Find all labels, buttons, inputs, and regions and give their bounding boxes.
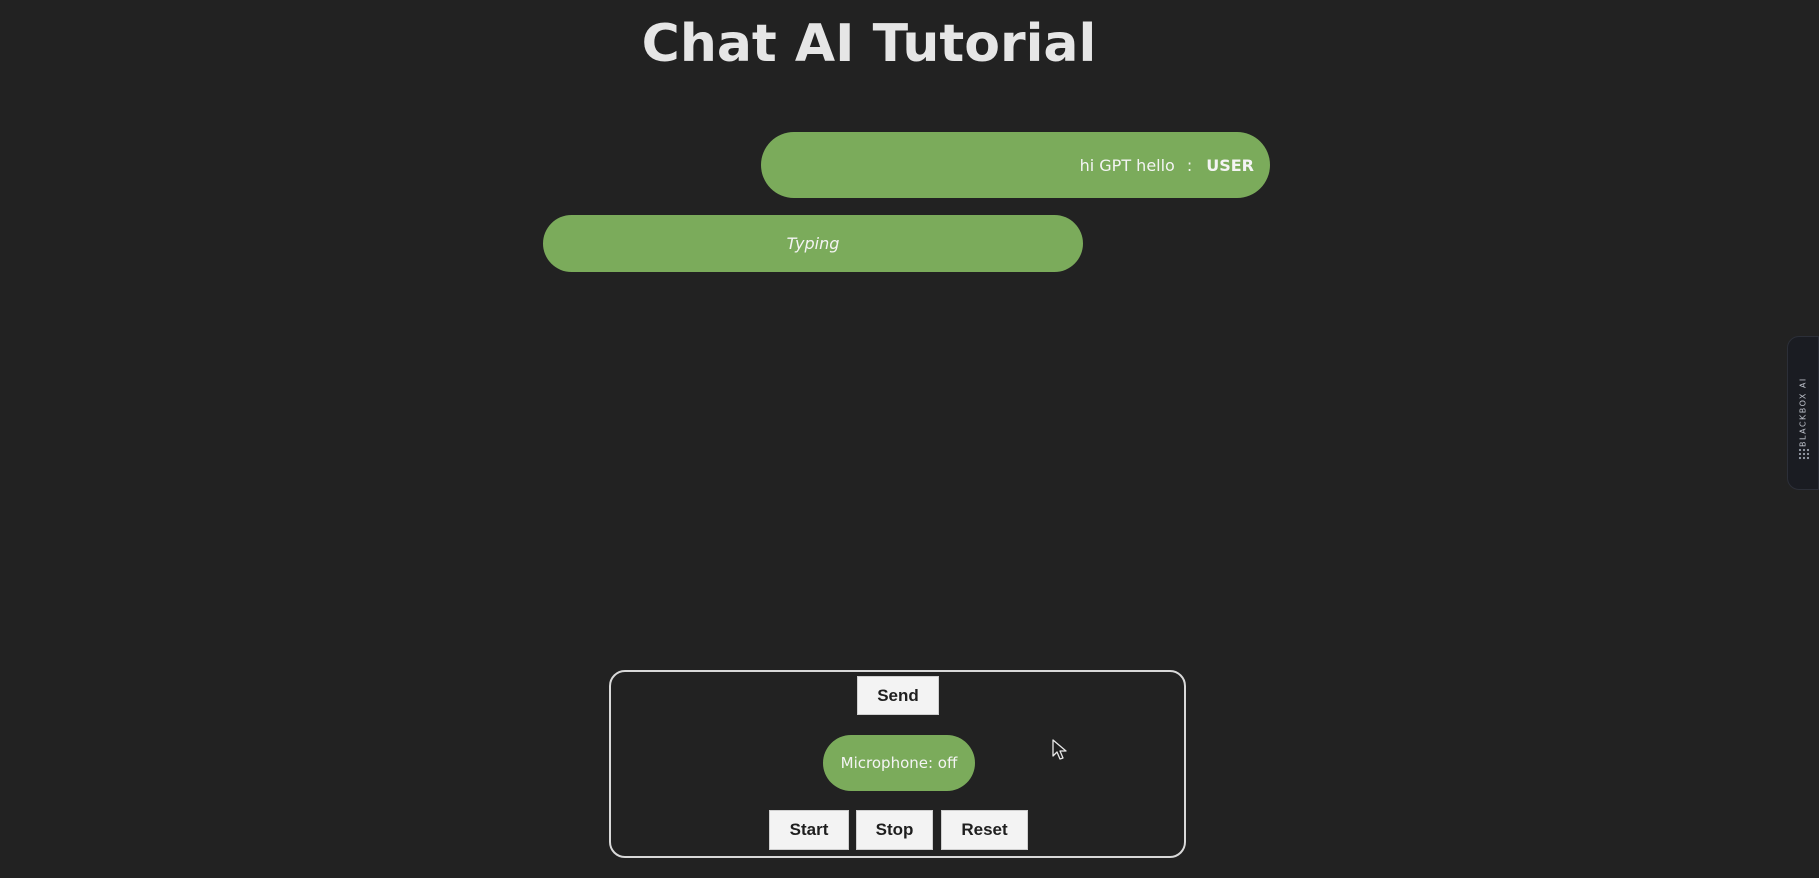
controls-panel: Send Microphone: off Start Stop Reset: [609, 670, 1186, 858]
user-message-text: hi GPT hello: [1079, 155, 1175, 175]
blackbox-ai-side-tab[interactable]: BLACKBOX AI: [1787, 336, 1819, 490]
user-message-bubble: hi GPT hello : USER: [761, 132, 1270, 198]
user-role-label: USER: [1206, 155, 1254, 175]
assistant-message-bubble: Typing: [543, 215, 1083, 272]
start-button[interactable]: Start: [769, 810, 849, 850]
reset-button[interactable]: Reset: [941, 810, 1028, 850]
send-button[interactable]: Send: [857, 676, 939, 715]
page-title: Chat AI Tutorial: [641, 14, 1097, 74]
microphone-status: Microphone: off: [823, 735, 975, 791]
message-separator: :: [1186, 155, 1193, 175]
assistant-typing-text: Typing: [786, 234, 840, 253]
page: Chat AI Tutorial hi GPT hello : USER Typ…: [0, 0, 1819, 878]
stop-button[interactable]: Stop: [856, 810, 933, 850]
mouse-pointer-icon: [1052, 739, 1067, 760]
blackbox-logo-icon: [1798, 448, 1810, 460]
side-tab-label: BLACKBOX AI: [1798, 377, 1808, 447]
